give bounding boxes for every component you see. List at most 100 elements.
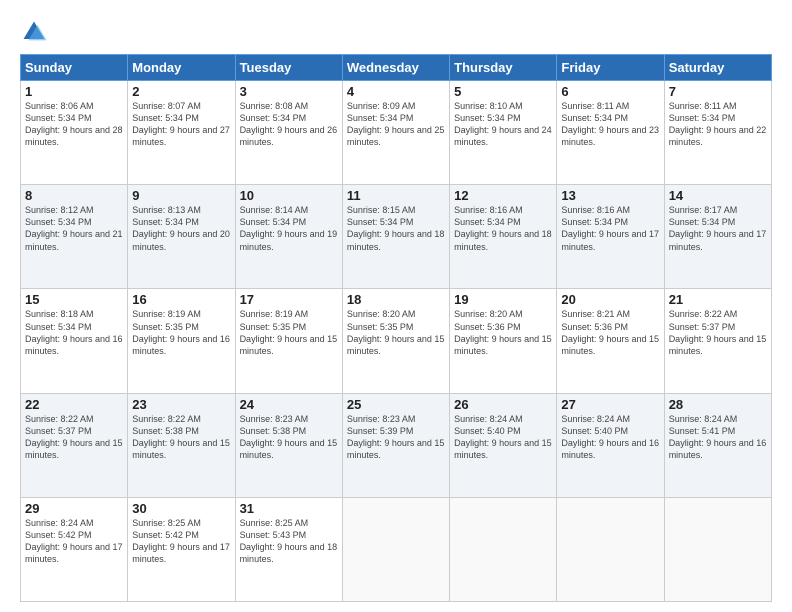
logo-icon: [20, 18, 48, 46]
calendar-cell: 16 Sunrise: 8:19 AM Sunset: 5:35 PM Dayl…: [128, 289, 235, 393]
calendar-cell: 1 Sunrise: 8:06 AM Sunset: 5:34 PM Dayli…: [21, 81, 128, 185]
cell-info: Sunrise: 8:23 AM Sunset: 5:39 PM Dayligh…: [347, 413, 445, 462]
day-header-wednesday: Wednesday: [342, 55, 449, 81]
calendar-cell: 29 Sunrise: 8:24 AM Sunset: 5:42 PM Dayl…: [21, 497, 128, 601]
day-number: 5: [454, 84, 552, 99]
cell-info: Sunrise: 8:17 AM Sunset: 5:34 PM Dayligh…: [669, 204, 767, 253]
day-header-saturday: Saturday: [664, 55, 771, 81]
day-number: 13: [561, 188, 659, 203]
page: SundayMondayTuesdayWednesdayThursdayFrid…: [0, 0, 792, 612]
day-header-monday: Monday: [128, 55, 235, 81]
calendar-cell: 4 Sunrise: 8:09 AM Sunset: 5:34 PM Dayli…: [342, 81, 449, 185]
day-number: 1: [25, 84, 123, 99]
cell-info: Sunrise: 8:24 AM Sunset: 5:40 PM Dayligh…: [454, 413, 552, 462]
day-number: 21: [669, 292, 767, 307]
calendar-cell: 24 Sunrise: 8:23 AM Sunset: 5:38 PM Dayl…: [235, 393, 342, 497]
calendar-cell: 31 Sunrise: 8:25 AM Sunset: 5:43 PM Dayl…: [235, 497, 342, 601]
calendar-cell: [557, 497, 664, 601]
cell-info: Sunrise: 8:20 AM Sunset: 5:36 PM Dayligh…: [454, 308, 552, 357]
day-number: 31: [240, 501, 338, 516]
cell-info: Sunrise: 8:14 AM Sunset: 5:34 PM Dayligh…: [240, 204, 338, 253]
calendar-cell: [342, 497, 449, 601]
day-number: 4: [347, 84, 445, 99]
day-number: 26: [454, 397, 552, 412]
cell-info: Sunrise: 8:19 AM Sunset: 5:35 PM Dayligh…: [240, 308, 338, 357]
calendar-cell: 8 Sunrise: 8:12 AM Sunset: 5:34 PM Dayli…: [21, 185, 128, 289]
calendar-cell: 12 Sunrise: 8:16 AM Sunset: 5:34 PM Dayl…: [450, 185, 557, 289]
day-number: 18: [347, 292, 445, 307]
calendar-cell: 2 Sunrise: 8:07 AM Sunset: 5:34 PM Dayli…: [128, 81, 235, 185]
day-number: 7: [669, 84, 767, 99]
day-number: 22: [25, 397, 123, 412]
week-row-1: 1 Sunrise: 8:06 AM Sunset: 5:34 PM Dayli…: [21, 81, 772, 185]
calendar-cell: 25 Sunrise: 8:23 AM Sunset: 5:39 PM Dayl…: [342, 393, 449, 497]
calendar-cell: 20 Sunrise: 8:21 AM Sunset: 5:36 PM Dayl…: [557, 289, 664, 393]
day-number: 14: [669, 188, 767, 203]
calendar-cell: 6 Sunrise: 8:11 AM Sunset: 5:34 PM Dayli…: [557, 81, 664, 185]
cell-info: Sunrise: 8:07 AM Sunset: 5:34 PM Dayligh…: [132, 100, 230, 149]
cell-info: Sunrise: 8:21 AM Sunset: 5:36 PM Dayligh…: [561, 308, 659, 357]
day-header-thursday: Thursday: [450, 55, 557, 81]
cell-info: Sunrise: 8:15 AM Sunset: 5:34 PM Dayligh…: [347, 204, 445, 253]
day-number: 24: [240, 397, 338, 412]
calendar-cell: 13 Sunrise: 8:16 AM Sunset: 5:34 PM Dayl…: [557, 185, 664, 289]
week-row-3: 15 Sunrise: 8:18 AM Sunset: 5:34 PM Dayl…: [21, 289, 772, 393]
calendar-cell: [450, 497, 557, 601]
day-number: 23: [132, 397, 230, 412]
day-number: 9: [132, 188, 230, 203]
day-number: 6: [561, 84, 659, 99]
day-number: 30: [132, 501, 230, 516]
calendar-cell: 27 Sunrise: 8:24 AM Sunset: 5:40 PM Dayl…: [557, 393, 664, 497]
cell-info: Sunrise: 8:22 AM Sunset: 5:38 PM Dayligh…: [132, 413, 230, 462]
calendar-cell: 28 Sunrise: 8:24 AM Sunset: 5:41 PM Dayl…: [664, 393, 771, 497]
cell-info: Sunrise: 8:23 AM Sunset: 5:38 PM Dayligh…: [240, 413, 338, 462]
day-number: 17: [240, 292, 338, 307]
calendar-cell: [664, 497, 771, 601]
calendar-cell: 7 Sunrise: 8:11 AM Sunset: 5:34 PM Dayli…: [664, 81, 771, 185]
cell-info: Sunrise: 8:11 AM Sunset: 5:34 PM Dayligh…: [669, 100, 767, 149]
day-header-sunday: Sunday: [21, 55, 128, 81]
cell-info: Sunrise: 8:22 AM Sunset: 5:37 PM Dayligh…: [25, 413, 123, 462]
cell-info: Sunrise: 8:24 AM Sunset: 5:40 PM Dayligh…: [561, 413, 659, 462]
day-number: 15: [25, 292, 123, 307]
week-row-4: 22 Sunrise: 8:22 AM Sunset: 5:37 PM Dayl…: [21, 393, 772, 497]
day-header-tuesday: Tuesday: [235, 55, 342, 81]
day-number: 28: [669, 397, 767, 412]
calendar-cell: 30 Sunrise: 8:25 AM Sunset: 5:42 PM Dayl…: [128, 497, 235, 601]
cell-info: Sunrise: 8:20 AM Sunset: 5:35 PM Dayligh…: [347, 308, 445, 357]
calendar-cell: 9 Sunrise: 8:13 AM Sunset: 5:34 PM Dayli…: [128, 185, 235, 289]
week-row-5: 29 Sunrise: 8:24 AM Sunset: 5:42 PM Dayl…: [21, 497, 772, 601]
calendar-cell: 18 Sunrise: 8:20 AM Sunset: 5:35 PM Dayl…: [342, 289, 449, 393]
day-number: 11: [347, 188, 445, 203]
day-header-friday: Friday: [557, 55, 664, 81]
cell-info: Sunrise: 8:16 AM Sunset: 5:34 PM Dayligh…: [454, 204, 552, 253]
cell-info: Sunrise: 8:08 AM Sunset: 5:34 PM Dayligh…: [240, 100, 338, 149]
calendar-cell: 19 Sunrise: 8:20 AM Sunset: 5:36 PM Dayl…: [450, 289, 557, 393]
cell-info: Sunrise: 8:24 AM Sunset: 5:42 PM Dayligh…: [25, 517, 123, 566]
calendar-cell: 10 Sunrise: 8:14 AM Sunset: 5:34 PM Dayl…: [235, 185, 342, 289]
calendar-cell: 26 Sunrise: 8:24 AM Sunset: 5:40 PM Dayl…: [450, 393, 557, 497]
day-number: 29: [25, 501, 123, 516]
calendar-header-row: SundayMondayTuesdayWednesdayThursdayFrid…: [21, 55, 772, 81]
cell-info: Sunrise: 8:09 AM Sunset: 5:34 PM Dayligh…: [347, 100, 445, 149]
calendar-cell: 14 Sunrise: 8:17 AM Sunset: 5:34 PM Dayl…: [664, 185, 771, 289]
calendar-cell: 23 Sunrise: 8:22 AM Sunset: 5:38 PM Dayl…: [128, 393, 235, 497]
day-number: 19: [454, 292, 552, 307]
cell-info: Sunrise: 8:06 AM Sunset: 5:34 PM Dayligh…: [25, 100, 123, 149]
cell-info: Sunrise: 8:24 AM Sunset: 5:41 PM Dayligh…: [669, 413, 767, 462]
day-number: 25: [347, 397, 445, 412]
calendar-table: SundayMondayTuesdayWednesdayThursdayFrid…: [20, 54, 772, 602]
cell-info: Sunrise: 8:19 AM Sunset: 5:35 PM Dayligh…: [132, 308, 230, 357]
day-number: 12: [454, 188, 552, 203]
cell-info: Sunrise: 8:10 AM Sunset: 5:34 PM Dayligh…: [454, 100, 552, 149]
day-number: 8: [25, 188, 123, 203]
calendar-body: 1 Sunrise: 8:06 AM Sunset: 5:34 PM Dayli…: [21, 81, 772, 602]
day-number: 10: [240, 188, 338, 203]
cell-info: Sunrise: 8:25 AM Sunset: 5:43 PM Dayligh…: [240, 517, 338, 566]
top-header: [20, 18, 772, 46]
week-row-2: 8 Sunrise: 8:12 AM Sunset: 5:34 PM Dayli…: [21, 185, 772, 289]
cell-info: Sunrise: 8:18 AM Sunset: 5:34 PM Dayligh…: [25, 308, 123, 357]
cell-info: Sunrise: 8:22 AM Sunset: 5:37 PM Dayligh…: [669, 308, 767, 357]
day-number: 20: [561, 292, 659, 307]
calendar-cell: 11 Sunrise: 8:15 AM Sunset: 5:34 PM Dayl…: [342, 185, 449, 289]
